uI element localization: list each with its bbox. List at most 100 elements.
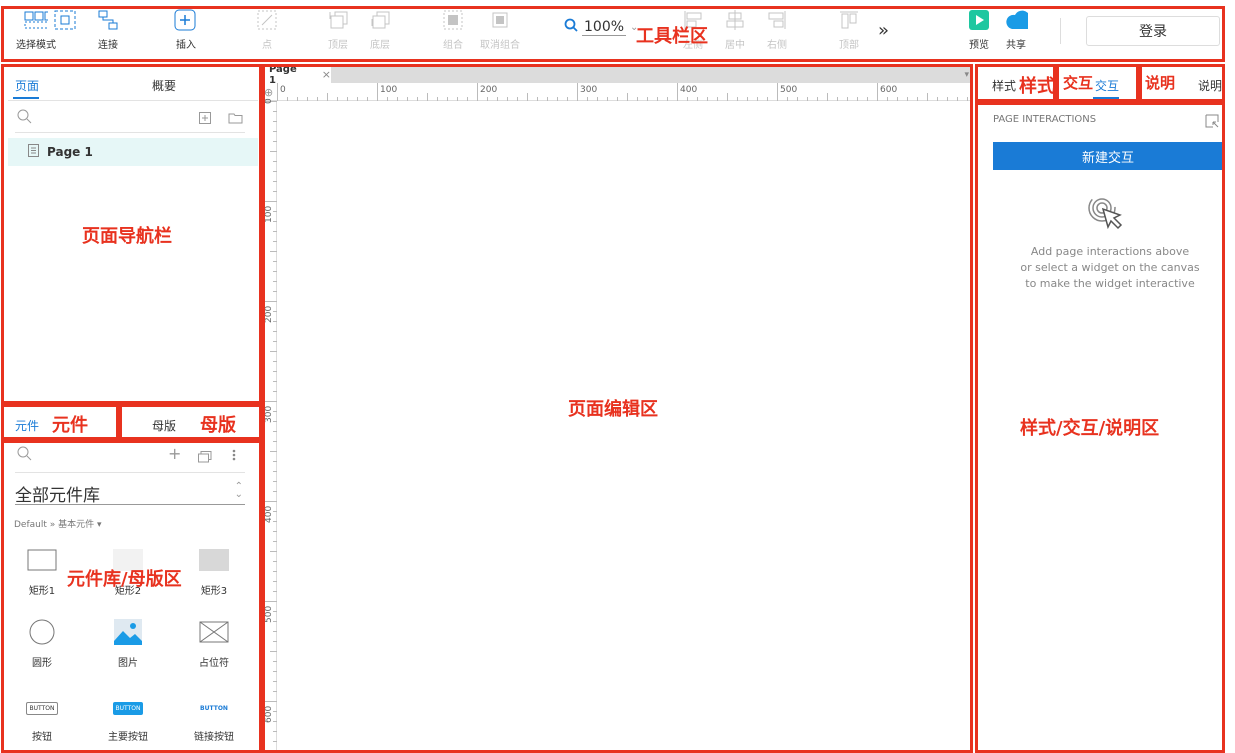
point-label: 点 [262,40,272,51]
v-tick-label: 300 [264,405,274,423]
widget-label: 链接按钮 [194,732,234,743]
inspector-panel: 样式 交互 说明 PAGE INTERACTIONS 新建交互 Add page… [975,64,1235,753]
divider [15,132,245,133]
page-name: Page 1 [47,145,93,159]
bring-to-front-button[interactable]: 顶层 [326,8,350,51]
toolbar-divider [1060,18,1061,44]
toolbar: 选择模式 连接 插入 点 顶层 底层 组合 取消组合 100% ⌄ 左侧 居中 … [0,0,1235,62]
select-contained-icon[interactable] [53,8,77,36]
select-mode-label: 选择模式 [16,40,56,51]
group-label: 组合 [443,40,463,51]
align-center-label: 居中 [725,40,745,51]
annotation-library-label: 元件库/母版区 [67,569,182,590]
page-tab[interactable]: Page 1 × [265,64,331,86]
login-button[interactable]: 登录 [1086,16,1220,46]
cloud-icon [1004,8,1028,32]
widget-placeholder[interactable]: 占位符 [174,620,254,669]
zoom-value: 100% [582,18,627,36]
h-tick-label: 0 [280,85,286,95]
widget-label: 占位符 [199,658,229,669]
library-select[interactable]: 全部元件库 ⌃ ⌄ [15,481,245,506]
new-interaction-button[interactable]: 新建交互 [993,142,1223,170]
annotation-pages-label: 页面导航栏 [82,226,172,247]
tab-widgets[interactable]: 元件 [15,417,39,434]
v-tick-label: 400 [264,505,274,523]
ungroup-label: 取消组合 [480,40,520,51]
widget-button[interactable]: BUTTON 按钮 [2,698,82,743]
widget-image[interactable]: 图片 [88,619,168,669]
insert-label: 插入 [176,40,196,51]
send-back-icon [368,8,392,32]
h-tick-label: 300 [580,85,598,95]
zoom-control[interactable]: 100% ⌄ [564,18,638,36]
annotation-right-label: 样式/交互/说明区 [1020,418,1160,439]
tab-masters[interactable]: 母版 [152,417,176,434]
zoom-search-icon [564,18,578,36]
widget-label: 圆形 [32,658,52,669]
widget-link-button[interactable]: BUTTON 链接按钮 [174,698,254,744]
align-top-label: 顶部 [839,40,859,51]
share-button[interactable]: 共享 [1004,8,1028,51]
add-folder-icon[interactable] [228,109,243,128]
add-library-icon[interactable]: + [168,444,181,463]
horizontal-ruler: ⊕ 0 100 200 300 400 500 600 [263,83,973,101]
align-right-icon [765,8,789,32]
close-icon[interactable]: × [322,68,331,81]
insert-button[interactable]: 插入 [174,8,198,51]
select-mode-button[interactable]: 选择模式 [16,8,56,51]
page-search-icon[interactable] [17,109,32,128]
more-tools-icon[interactable]: » [878,20,889,41]
ungroup-button[interactable]: 取消组合 [480,8,520,51]
tab-widgets-underline [13,437,39,439]
insert-icon [174,8,198,32]
library-copy-icon[interactable] [198,448,212,467]
hint-line: or select a widget on the canvas [1020,261,1200,274]
connect-button[interactable]: 连接 [96,8,120,51]
add-page-icon[interactable] [199,109,211,128]
bring-front-label: 顶层 [328,40,348,51]
preview-button[interactable]: 预览 [967,8,991,51]
v-tick-label: 100 [264,205,274,223]
tab-interactions[interactable]: 交互 [1095,77,1119,94]
widget-circle[interactable]: 圆形 [2,619,82,669]
connect-icon [96,8,120,32]
preview-label: 预览 [969,40,989,51]
annotation-notes-label: 说明 [1145,74,1176,92]
pointer-click-icon [1088,194,1126,236]
hint-line: to make the widget interactive [1025,277,1195,290]
tab-style[interactable]: 样式 [992,77,1016,94]
bring-front-icon [326,8,350,32]
annotation-widgets-label: 元件 [52,415,88,436]
widget-label: 矩形3 [200,586,228,597]
group-button[interactable]: 组合 [441,8,465,51]
align-center-icon [723,8,747,32]
section-title: PAGE INTERACTIONS [993,114,1097,125]
align-right-button[interactable]: 右侧 [765,8,789,51]
h-tick-label: 500 [780,85,798,95]
library-menu-icon[interactable] [232,446,236,465]
select-mode-icon [24,8,48,32]
collapse-icon[interactable] [1205,113,1219,132]
align-center-button[interactable]: 居中 [723,8,747,51]
widget-rect3[interactable]: 矩形3 [174,548,254,597]
page-list-item[interactable]: Page 1 [8,138,258,166]
annotation-masters-label: 母版 [200,415,236,436]
annotation-canvas-label: 页面编辑区 [568,399,658,420]
widget-search-icon[interactable] [17,446,32,465]
point-button[interactable]: 点 [255,8,279,51]
tab-outline[interactable]: 概要 [152,77,176,94]
tab-pages-underline [13,97,39,99]
primary-button-preview: BUTTON [112,701,144,715]
widget-label: 图片 [118,658,138,669]
align-top-button[interactable]: 顶部 [837,8,861,51]
widget-primary-button[interactable]: BUTTON 主要按钮 [88,698,168,743]
divider [15,472,245,473]
connect-label: 连接 [98,40,118,51]
hint-line: Add page interactions above [1030,245,1190,258]
tab-notes[interactable]: 说明 [1198,77,1222,94]
tab-pages[interactable]: 页面 [15,77,39,94]
group-icon [441,8,465,32]
send-to-back-button[interactable]: 底层 [368,8,392,51]
tab-menu-icon[interactable]: ▾ [964,70,969,80]
library-path[interactable]: Default » 基本元件 ▾ [14,517,102,530]
